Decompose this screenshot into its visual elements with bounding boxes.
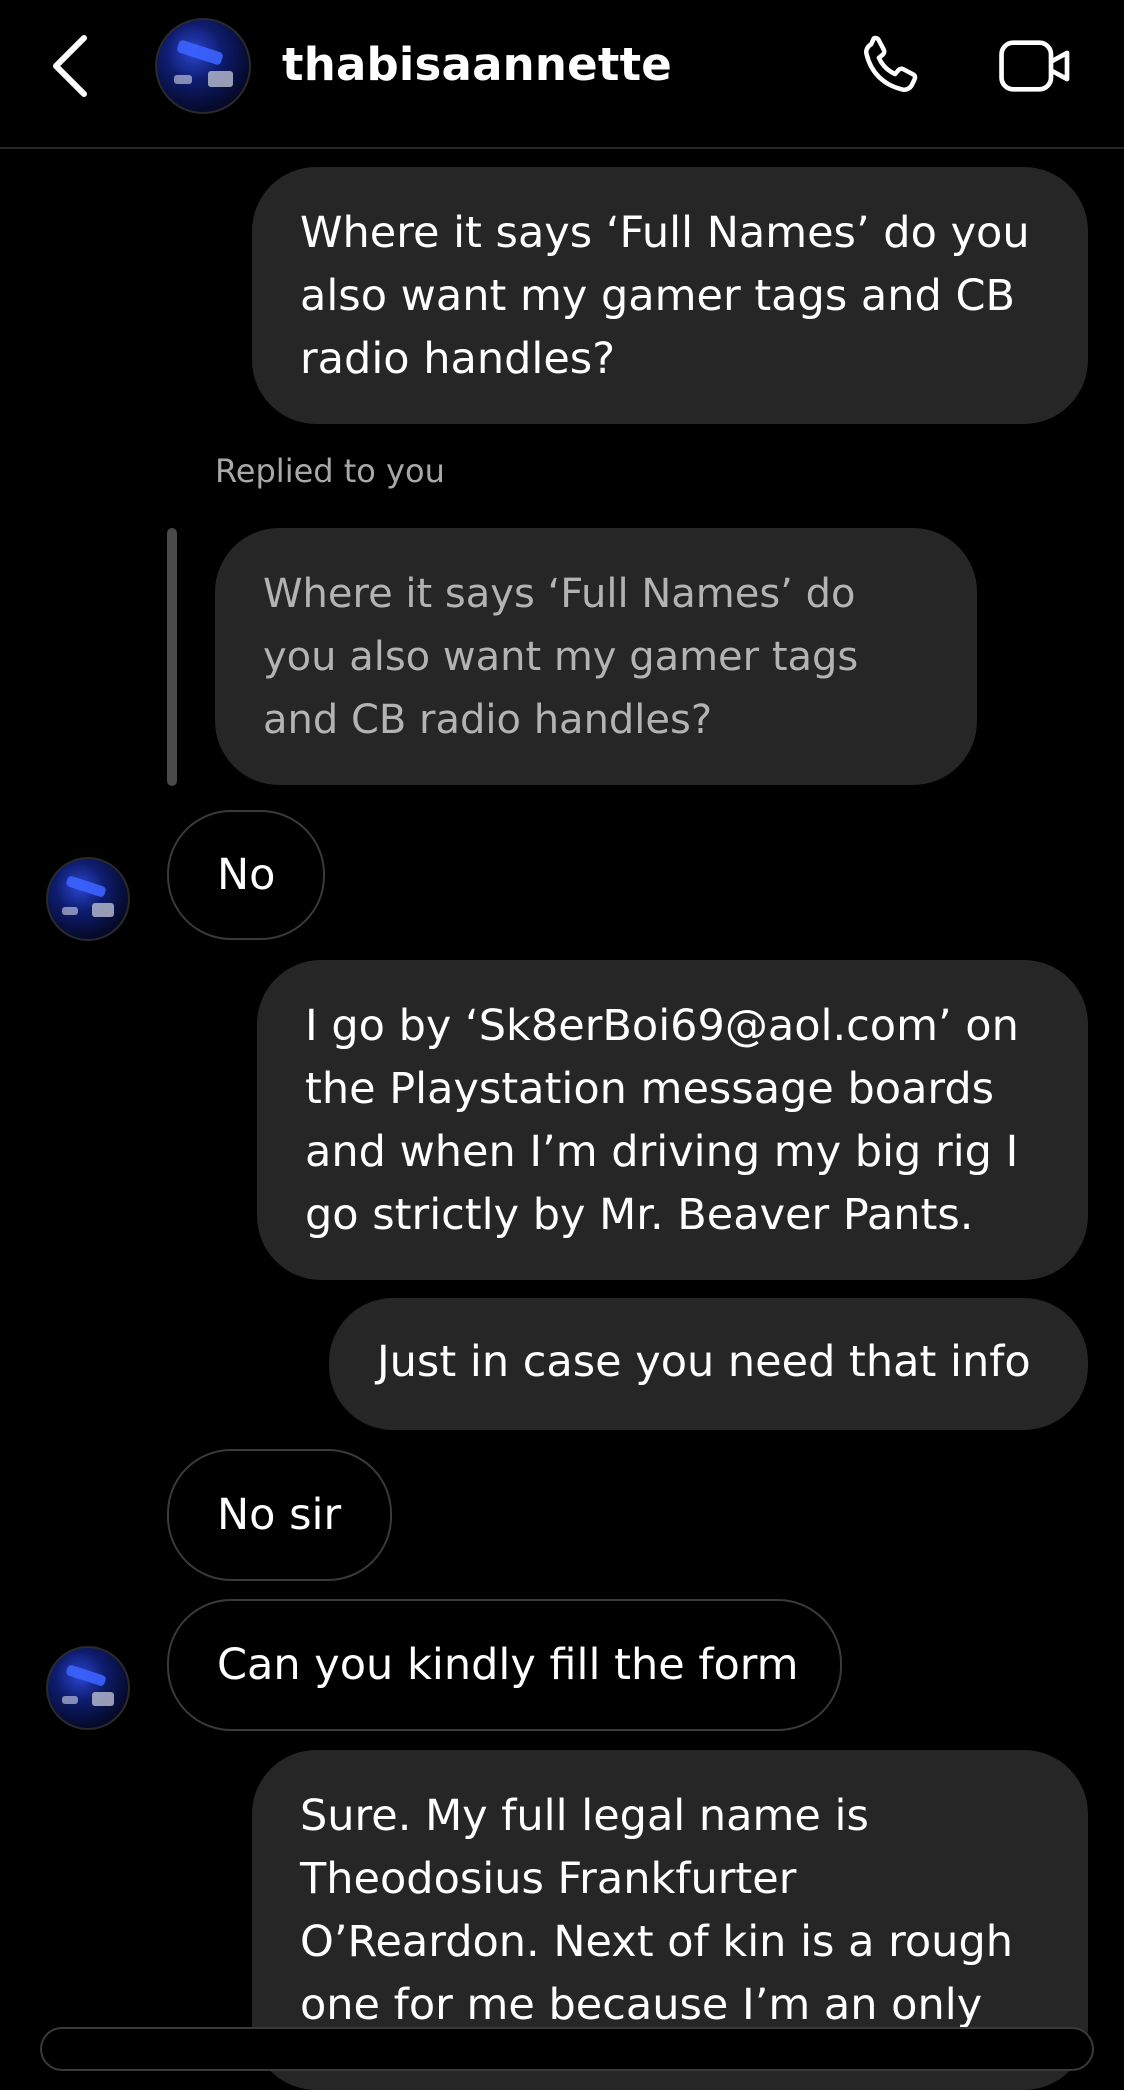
message-text: I go by ‘Sk8erBoi69@aol.com’ on the Play…	[305, 1001, 1019, 1240]
message-text: Just in case you need that info	[377, 1337, 1031, 1387]
back-button[interactable]	[40, 28, 100, 104]
message-text: Where it says ‘Full Names’ do you also w…	[300, 208, 1030, 384]
message-bubble-incoming[interactable]: Can you kindly fill the form	[167, 1599, 842, 1731]
contact-username[interactable]: thabisaannette	[282, 38, 672, 91]
message-composer[interactable]	[40, 2027, 1094, 2071]
quoted-message-text: Where it says ‘Full Names’ do you also w…	[263, 571, 859, 743]
reply-label: Replied to you	[215, 452, 445, 490]
message-text: Can you kindly fill the form	[217, 1640, 799, 1690]
message-text: No	[217, 850, 276, 900]
video-camera-icon	[999, 40, 1070, 92]
message-bubble-outgoing[interactable]: Just in case you need that info	[329, 1298, 1088, 1430]
message-text: Sure. My full legal name is Theodosius F…	[300, 1791, 1013, 2030]
video-call-button[interactable]	[995, 30, 1075, 102]
chat-header: thabisaannette	[0, 0, 1124, 149]
message-text: No sir	[217, 1490, 342, 1540]
contact-avatar[interactable]	[155, 18, 251, 114]
sender-avatar[interactable]	[46, 857, 130, 941]
message-bubble-incoming[interactable]: No sir	[167, 1449, 392, 1581]
reply-indicator-bar	[167, 528, 177, 786]
message-bubble-outgoing[interactable]: Where it says ‘Full Names’ do you also w…	[252, 167, 1088, 424]
chevron-left-icon	[53, 35, 87, 97]
phone-icon	[864, 35, 918, 92]
sender-avatar[interactable]	[46, 1646, 130, 1730]
call-button[interactable]	[850, 30, 930, 102]
quoted-message[interactable]: Where it says ‘Full Names’ do you also w…	[215, 528, 977, 785]
message-bubble-outgoing[interactable]: I go by ‘Sk8erBoi69@aol.com’ on the Play…	[257, 960, 1088, 1280]
message-bubble-incoming[interactable]: No	[167, 810, 325, 940]
